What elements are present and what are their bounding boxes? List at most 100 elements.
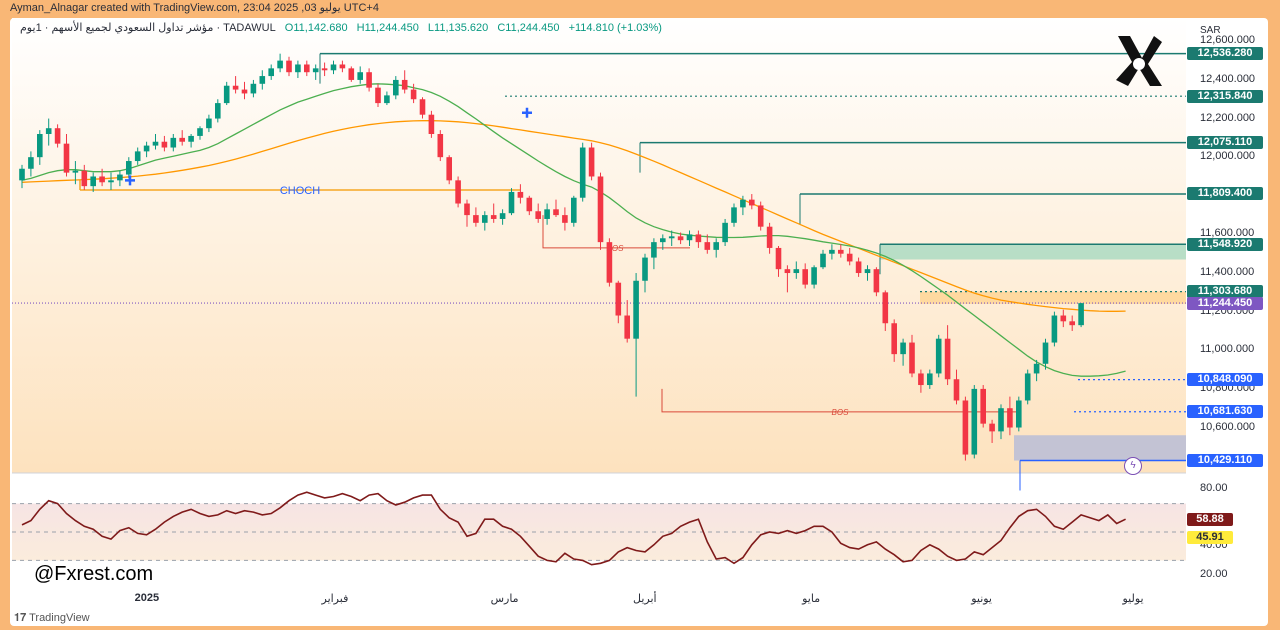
- candle-body: [953, 379, 960, 401]
- candle-body: [117, 174, 123, 181]
- candle-body: [170, 137, 177, 148]
- candle-body: [295, 64, 301, 73]
- candle-body: [562, 215, 568, 223]
- tv-logo-text: TradingView: [29, 612, 90, 624]
- candle: [1051, 311, 1058, 347]
- candle-body: [633, 280, 639, 339]
- candle-body: [882, 292, 889, 324]
- price-tag[interactable]: 12,075.110: [1187, 136, 1263, 150]
- candle-body: [1042, 342, 1049, 364]
- tradingview-logo[interactable]: 𝟏𝟕 TradingView: [14, 612, 90, 625]
- candle-body: [731, 207, 737, 223]
- candle-body: [793, 269, 800, 274]
- candle-body: [482, 215, 488, 223]
- candle-body: [241, 89, 248, 94]
- candle-body: [428, 114, 435, 134]
- candle-body: [579, 147, 586, 198]
- candle: [722, 218, 728, 246]
- candle-body: [713, 242, 719, 250]
- candle-body: [1024, 373, 1031, 401]
- candle-body: [588, 147, 595, 177]
- candle-body: [419, 99, 426, 115]
- candle: [606, 238, 613, 287]
- price-tag[interactable]: 11,244.450: [1187, 296, 1263, 310]
- candle-body: [740, 199, 746, 208]
- candle-body: [615, 282, 622, 316]
- candle: [935, 334, 942, 378]
- time-axis-label: يونيو: [971, 593, 992, 605]
- candle-body: [553, 209, 559, 216]
- candle-body: [304, 64, 310, 73]
- price-axis-tick: 12,000.000: [1200, 150, 1256, 163]
- price-axis-tick: 12,400.000: [1200, 72, 1256, 85]
- symbol-name[interactable]: مؤشر تداول السعودي لجميع الأسهم · 1يوم ·…: [20, 22, 276, 34]
- candle-body: [37, 134, 43, 158]
- candle-body: [766, 226, 773, 248]
- candle: [428, 110, 435, 138]
- chart-canvas[interactable]: CHOCHBOSBOS: [0, 0, 1280, 630]
- candle-body: [188, 135, 194, 142]
- candle-body: [686, 234, 693, 241]
- candle-body: [410, 89, 417, 100]
- ohlc-legend: مؤشر تداول السعودي لجميع الأسهم · 1يوم ·…: [20, 21, 662, 34]
- sr-zone: [920, 291, 1186, 304]
- candle-body: [1060, 315, 1067, 322]
- candle-body: [179, 137, 185, 142]
- tv-logo-icon: 𝟏𝟕: [14, 612, 30, 624]
- candle-body: [1069, 321, 1075, 326]
- candle-body: [980, 388, 986, 424]
- candle-body: [54, 128, 61, 144]
- candle-body: [722, 222, 728, 243]
- brand-x-logo: [1112, 32, 1166, 95]
- candle-body: [312, 68, 319, 73]
- candle-body: [464, 203, 470, 216]
- candle-body: [873, 269, 880, 293]
- close-value: C11,244.450: [497, 22, 560, 34]
- price-axis-tick: 12,200.000: [1200, 111, 1256, 124]
- price-tag[interactable]: 10,429.110: [1187, 454, 1263, 468]
- flash-icon[interactable]: ϟ: [1124, 457, 1142, 475]
- candle-body: [384, 95, 390, 104]
- candle-body: [1016, 400, 1022, 428]
- candle: [962, 396, 969, 461]
- open-value: O11,142.680: [284, 22, 348, 34]
- candle-body: [108, 180, 114, 183]
- watermark-text: @Fxrest.com: [34, 563, 154, 585]
- price-axis-tick: 11,000.000: [1200, 343, 1255, 356]
- time-axis-label: 2025: [134, 592, 160, 604]
- candle-body: [526, 197, 533, 212]
- candle: [1016, 396, 1022, 432]
- candle-body: [357, 72, 363, 80]
- candle-body: [223, 85, 230, 104]
- choch-label: CHOCH: [280, 185, 320, 197]
- price-tag[interactable]: 11,548.920: [1187, 237, 1263, 251]
- candle: [588, 142, 595, 181]
- candle: [1024, 369, 1031, 405]
- candle-body: [455, 180, 461, 204]
- candle-body: [624, 315, 630, 339]
- price-tag[interactable]: 11,809.400: [1187, 187, 1263, 201]
- candle-body: [446, 157, 452, 181]
- candle: [971, 385, 978, 459]
- candle-body: [1007, 408, 1013, 428]
- candle-body: [63, 143, 70, 173]
- candle-body: [72, 170, 79, 173]
- price-tag[interactable]: 12,315.840: [1187, 89, 1263, 103]
- candle-body: [864, 269, 871, 274]
- candle-body: [829, 249, 835, 254]
- rsi-axis-tick: 20.00: [1200, 567, 1228, 580]
- candle-body: [989, 423, 995, 432]
- price-tag[interactable]: 12,536.280: [1187, 47, 1263, 61]
- price-axis-tick: 11,400.000: [1200, 266, 1255, 279]
- time-axis-label: أبريل: [633, 593, 657, 605]
- candle: [757, 201, 764, 231]
- candle: [348, 66, 355, 82]
- candle-body: [998, 408, 1004, 432]
- price-tag[interactable]: 10,681.630: [1187, 405, 1263, 419]
- price-tag[interactable]: 10,848.090: [1187, 373, 1263, 387]
- rsi-value-tag: 45.91: [1187, 531, 1233, 545]
- change-value: +114.810 (+1.03%): [568, 22, 662, 34]
- candle-body: [1051, 315, 1058, 343]
- candle-body: [900, 342, 906, 355]
- candle-body: [927, 373, 933, 386]
